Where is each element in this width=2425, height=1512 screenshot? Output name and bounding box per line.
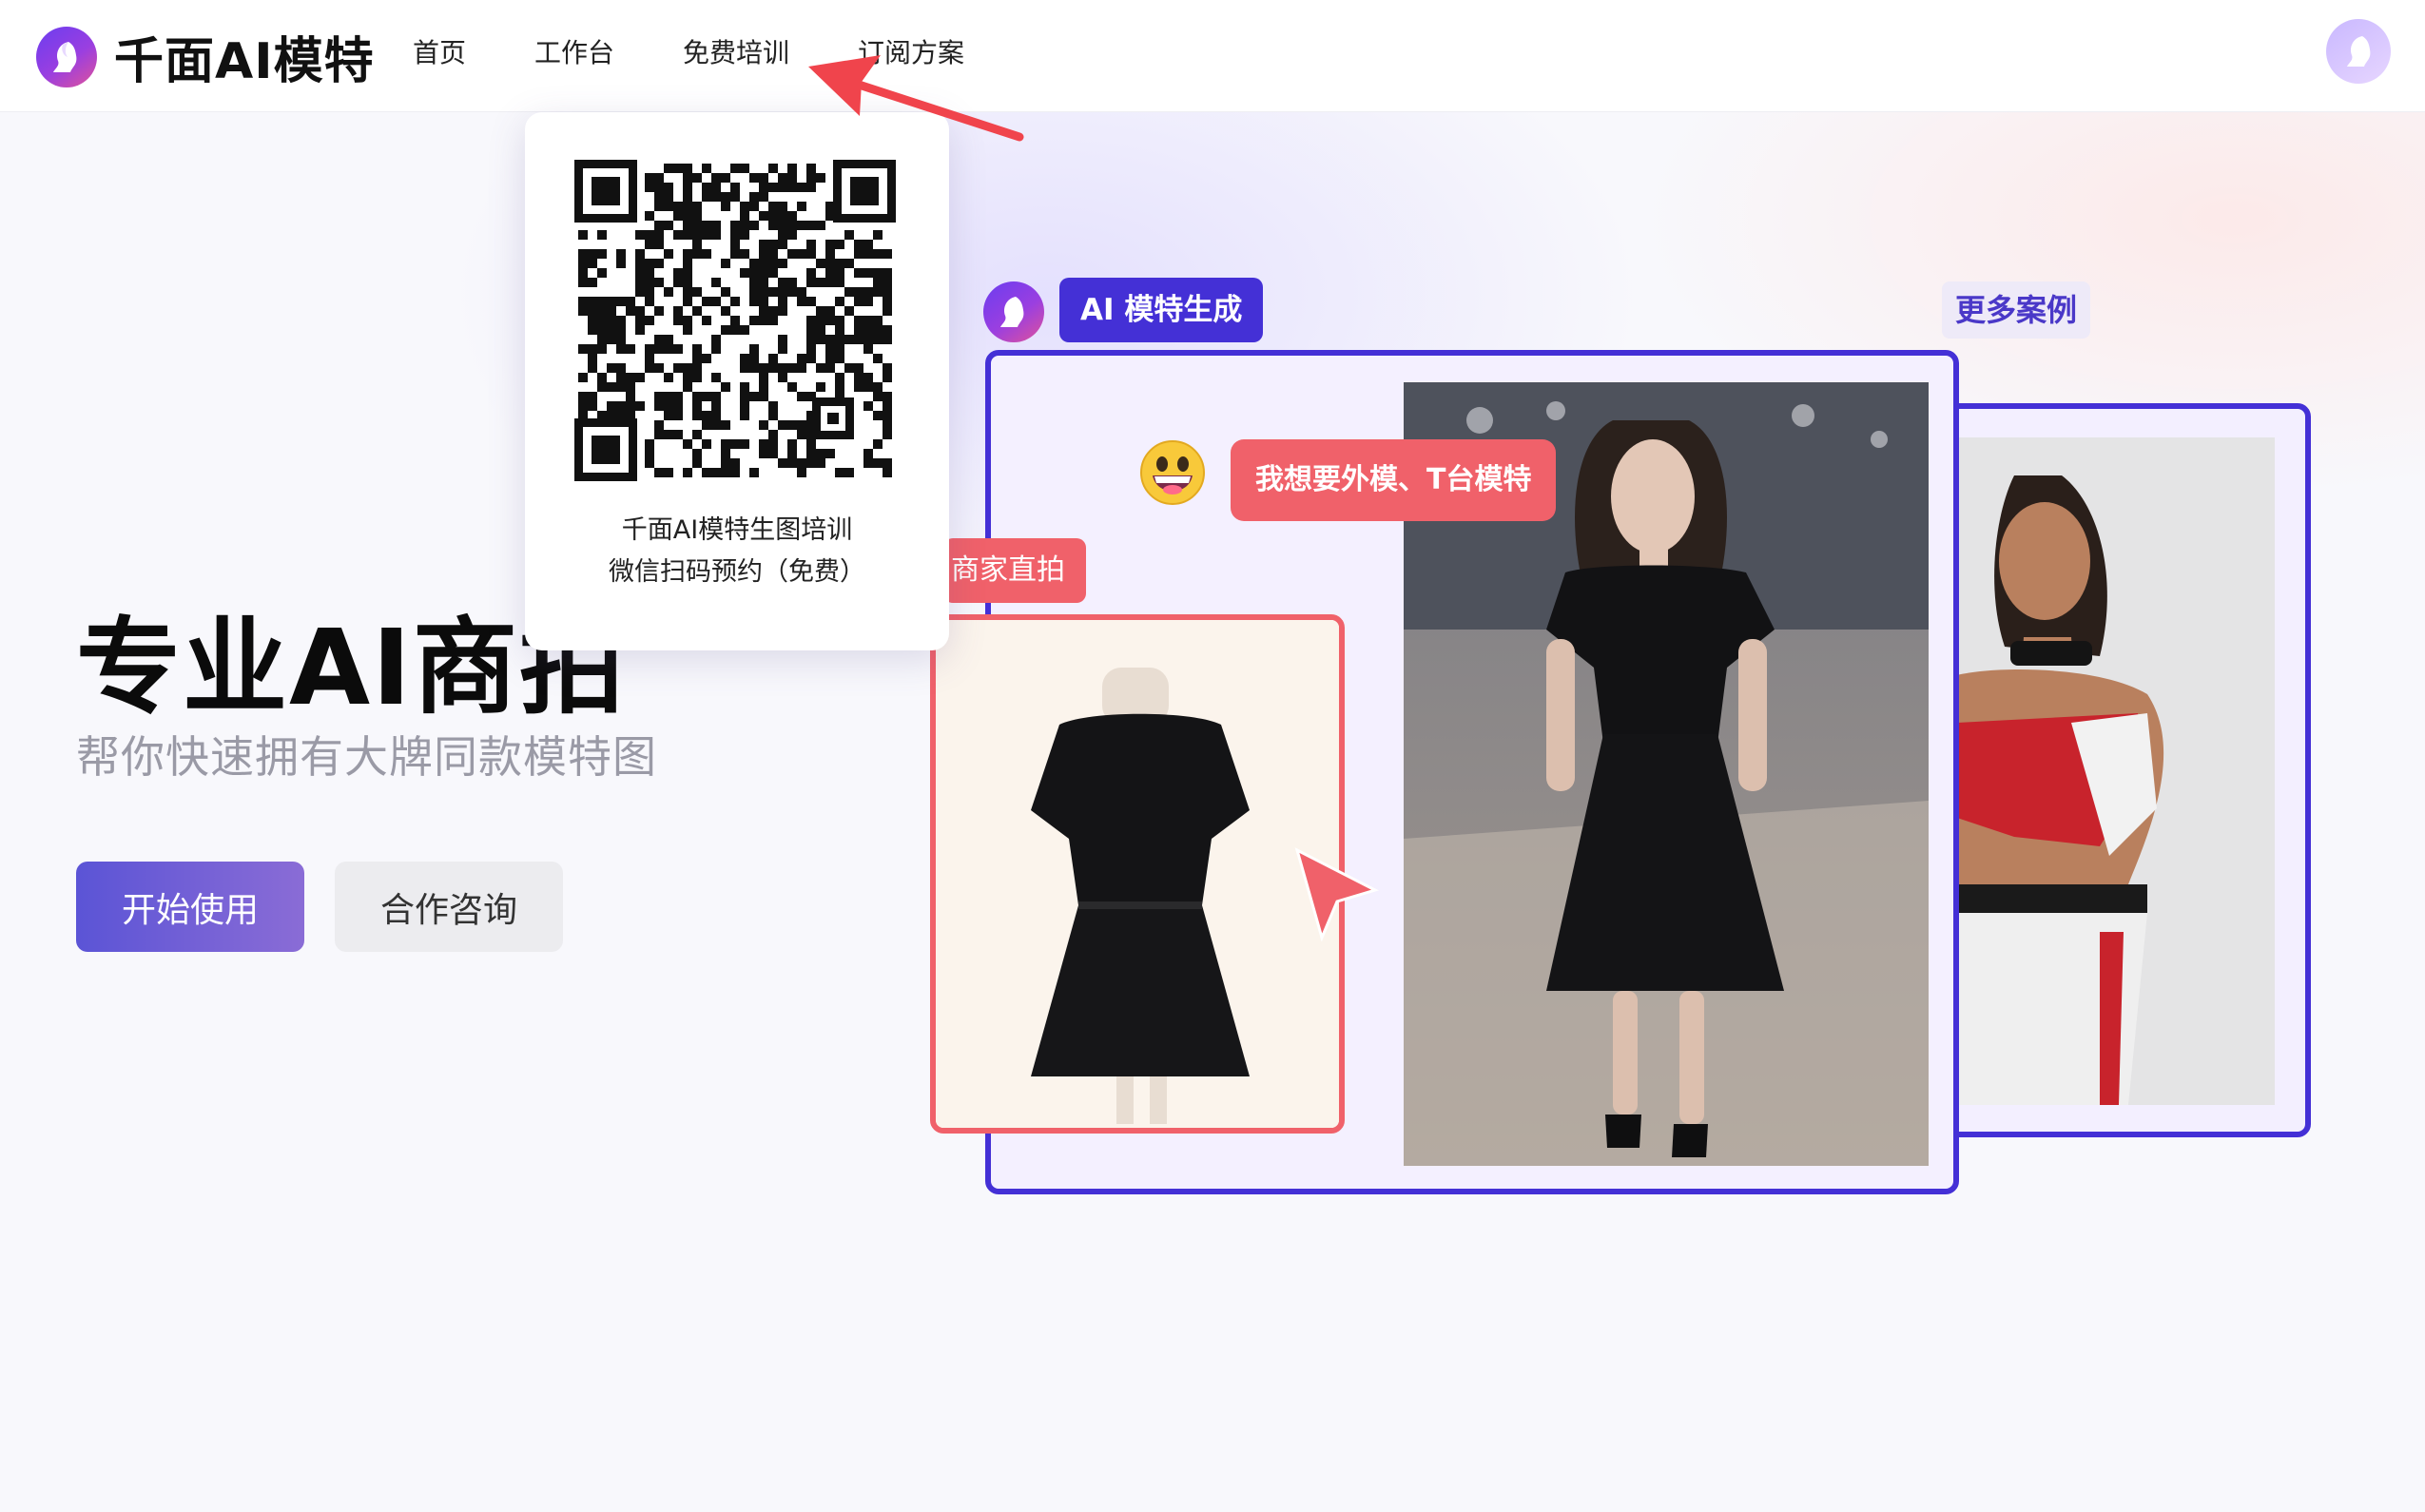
cooperation-consult-button[interactable]: 合作咨询 bbox=[335, 862, 563, 952]
nav-item-free-training[interactable]: 免费培训 bbox=[683, 32, 789, 70]
product-photo-frame bbox=[930, 614, 1345, 1134]
annotation-arrow-icon bbox=[808, 55, 1024, 142]
grinning-emoji-icon bbox=[1139, 439, 1206, 506]
brand-face-logo-icon bbox=[983, 281, 1044, 342]
hero-subtitle: 帮你快速拥有大牌同款模特图 bbox=[76, 731, 657, 783]
speech-bubble: 我想要外模、T台模特 bbox=[1231, 439, 1557, 521]
top-header: 千面AI模特 首页 工作台 免费培训 订阅方案 bbox=[0, 0, 2425, 112]
ai-model-generation-tag: AI 模特生成 bbox=[1059, 278, 1264, 342]
qr-caption-line2: 微信扫码预约（免费） bbox=[609, 557, 865, 587]
secondary-model-photo bbox=[1957, 437, 2275, 1105]
qr-caption-line1: 千面AI模特生图培训 bbox=[621, 515, 853, 545]
qr-caption: 千面AI模特生图培训 微信扫码预约（免费） bbox=[525, 510, 949, 593]
brand-logo[interactable]: 千面AI模特 bbox=[36, 21, 375, 92]
training-qr-popup: 千面AI模特生图培训 微信扫码预约（免费） bbox=[525, 112, 949, 650]
start-using-button[interactable]: 开始使用 bbox=[76, 862, 304, 952]
nav-item-home[interactable]: 首页 bbox=[413, 32, 466, 70]
nav-item-workbench[interactable]: 工作台 bbox=[534, 32, 614, 70]
user-avatar-icon[interactable] bbox=[2326, 19, 2391, 84]
qr-code-icon[interactable] bbox=[574, 160, 896, 481]
brand-name: 千面AI模特 bbox=[114, 33, 375, 90]
brand-face-logo-icon bbox=[36, 26, 97, 87]
more-cases-link[interactable]: 更多案例 bbox=[1942, 281, 2091, 339]
pointer-cursor-icon bbox=[1294, 847, 1379, 941]
merchant-shot-tag: 商家直拍 bbox=[943, 538, 1086, 603]
